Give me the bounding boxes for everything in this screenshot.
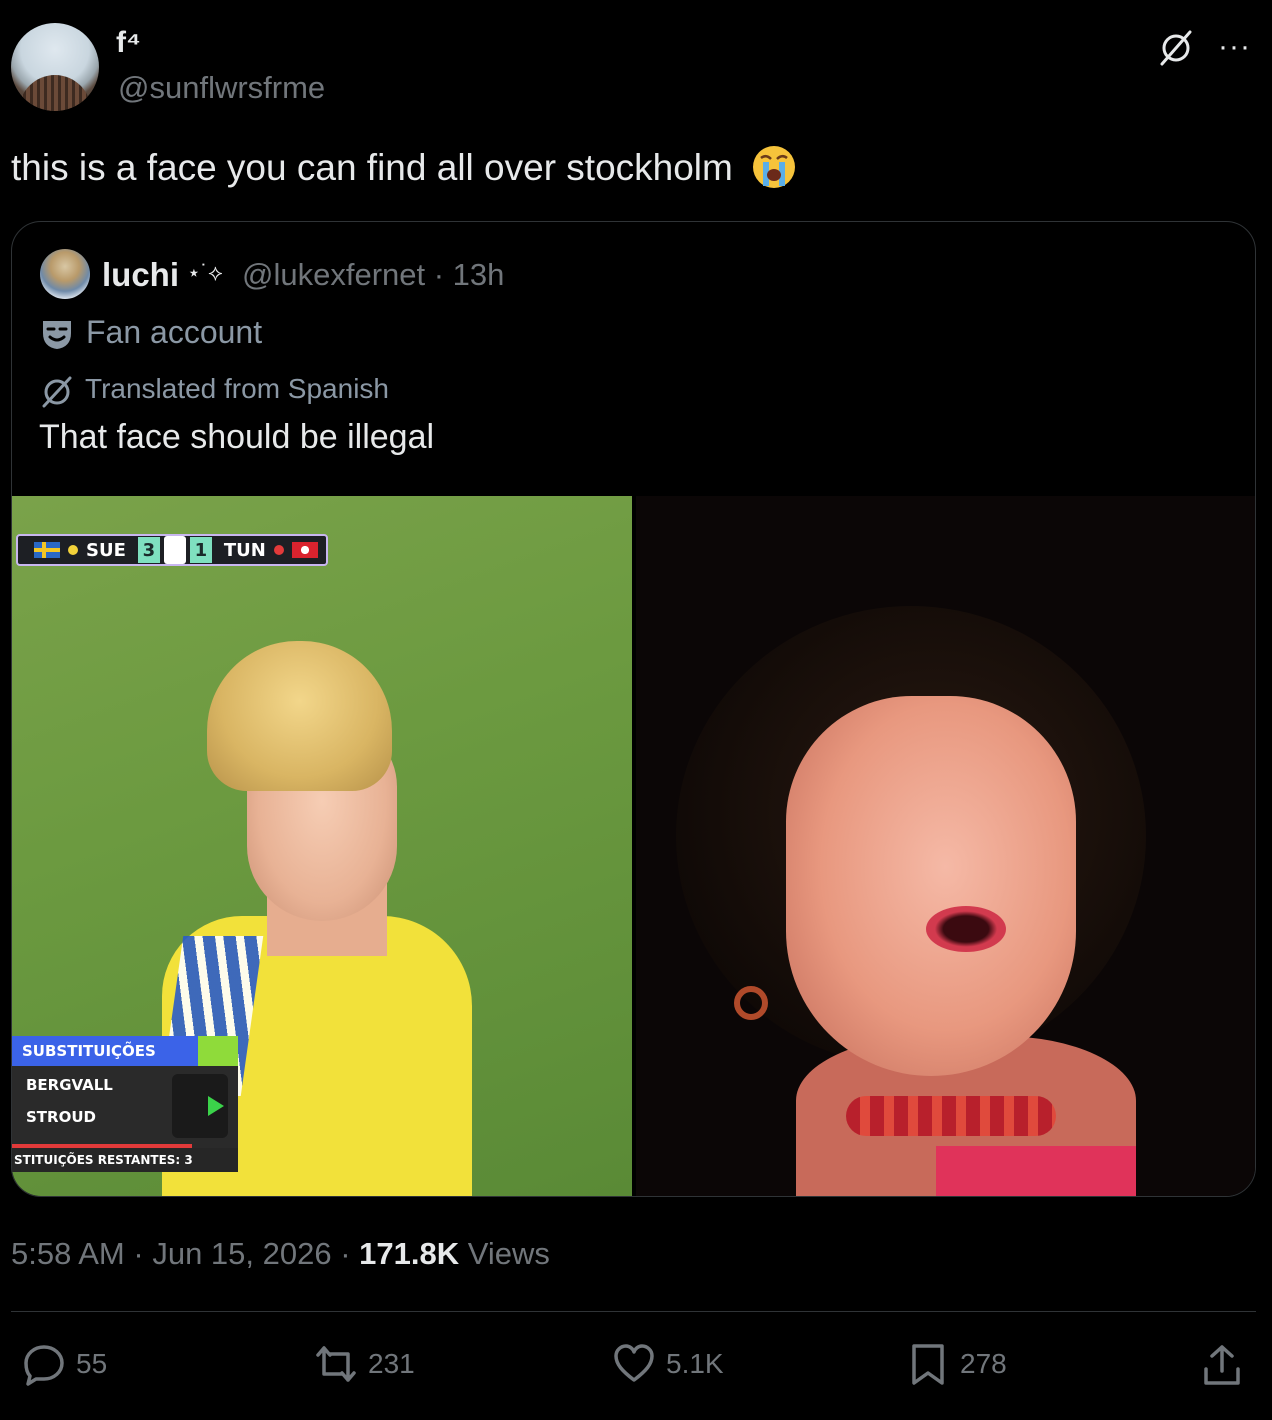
like-count: 5.1K <box>666 1348 724 1379</box>
author-display-name[interactable]: f⁴ <box>116 26 141 60</box>
bookmark-count: 278 <box>960 1348 1007 1379</box>
divider <box>11 1311 1256 1312</box>
repost-button[interactable]: 231 <box>314 1342 415 1386</box>
quoted-author-avatar[interactable] <box>40 249 90 299</box>
bookmark-button[interactable]: 278 <box>906 1342 1007 1386</box>
quoted-media-footballer[interactable]: SUE 3 1 TUN SUBSTITUIÇÕES BERGVALL STROU… <box>12 496 632 1196</box>
match-scoreboard: SUE 3 1 TUN <box>16 534 328 566</box>
post-timestamp[interactable]: 5:58 AM · Jun 15, 2026 · 171.8K Views <box>11 1236 550 1272</box>
woman-top <box>936 1146 1136 1196</box>
views-count[interactable]: 171.8K <box>359 1236 459 1271</box>
away-score: 1 <box>189 537 212 563</box>
translated-from-label[interactable]: Translated from Spanish <box>85 373 389 405</box>
post-text: this is a face you can find all over sto… <box>11 144 797 190</box>
timestamp-separator: · <box>133 1236 144 1271</box>
quoted-media-reaction[interactable] <box>636 496 1255 1196</box>
heart-icon <box>614 1344 654 1382</box>
woman-earring <box>734 986 768 1020</box>
reply-icon <box>24 1345 64 1386</box>
woman-face <box>786 696 1076 1076</box>
home-score: 3 <box>137 537 160 563</box>
author-avatar[interactable] <box>11 23 99 111</box>
substitution-arrow-icon <box>172 1074 228 1138</box>
translate-icon <box>42 376 72 408</box>
substitution-row-2: STROUD <box>26 1108 96 1126</box>
substitutions-panel: SUBSTITUIÇÕES BERGVALL STROUD STITUIÇÕES… <box>12 1036 238 1172</box>
reply-count: 55 <box>76 1348 108 1379</box>
sweden-flag-icon <box>34 542 60 558</box>
timestamp-time[interactable]: 5:58 AM <box>11 1236 125 1271</box>
share-icon[interactable] <box>1200 1343 1244 1387</box>
fan-account-mask-icon <box>43 321 71 349</box>
loudly-crying-face-icon <box>753 146 796 188</box>
quoted-author-sparkle: ⋆˙⟡ <box>187 260 223 285</box>
quoted-post[interactable]: luchi ⋆˙⟡ @lukexfernet · 13h Fan account… <box>11 221 1256 1197</box>
quoted-author-name[interactable]: luchi <box>102 256 179 294</box>
timestamp-date[interactable]: Jun 15, 2026 <box>152 1236 331 1271</box>
timestamp-separator: · <box>340 1236 351 1271</box>
author-handle[interactable]: @sunflwrsfrme <box>118 70 325 106</box>
repost-icon <box>316 1346 356 1382</box>
player-hair <box>207 641 392 791</box>
quoted-post-text: That face should be illegal <box>39 418 435 456</box>
substitutions-title: SUBSTITUIÇÕES <box>12 1036 238 1066</box>
views-label: Views <box>467 1236 550 1271</box>
substitutions-remaining: STITUIÇÕES RESTANTES: 3 <box>12 1148 238 1172</box>
post-text-content: this is a face you can find all over sto… <box>11 147 733 188</box>
grok-icon[interactable] <box>1156 28 1196 68</box>
bookmark-icon <box>912 1344 944 1385</box>
tunisia-flag-icon <box>291 542 318 558</box>
reply-button[interactable]: 55 <box>22 1342 107 1386</box>
repost-count: 231 <box>368 1348 415 1379</box>
woman-necklace <box>846 1096 1056 1136</box>
quoted-author-handle-time[interactable]: @lukexfernet · 13h <box>242 257 504 293</box>
like-button[interactable]: 5.1K <box>612 1342 724 1386</box>
substitution-row-1: BERGVALL <box>26 1076 113 1094</box>
away-team: TUN <box>223 539 266 561</box>
more-options-icon[interactable]: ··· <box>1218 30 1251 64</box>
woman-mouth <box>926 906 1006 952</box>
home-dot-icon <box>68 545 78 555</box>
trophy-icon <box>163 536 186 564</box>
fan-account-label: Fan account <box>86 314 263 350</box>
away-dot-icon <box>273 545 284 555</box>
home-team: SUE <box>86 539 126 561</box>
